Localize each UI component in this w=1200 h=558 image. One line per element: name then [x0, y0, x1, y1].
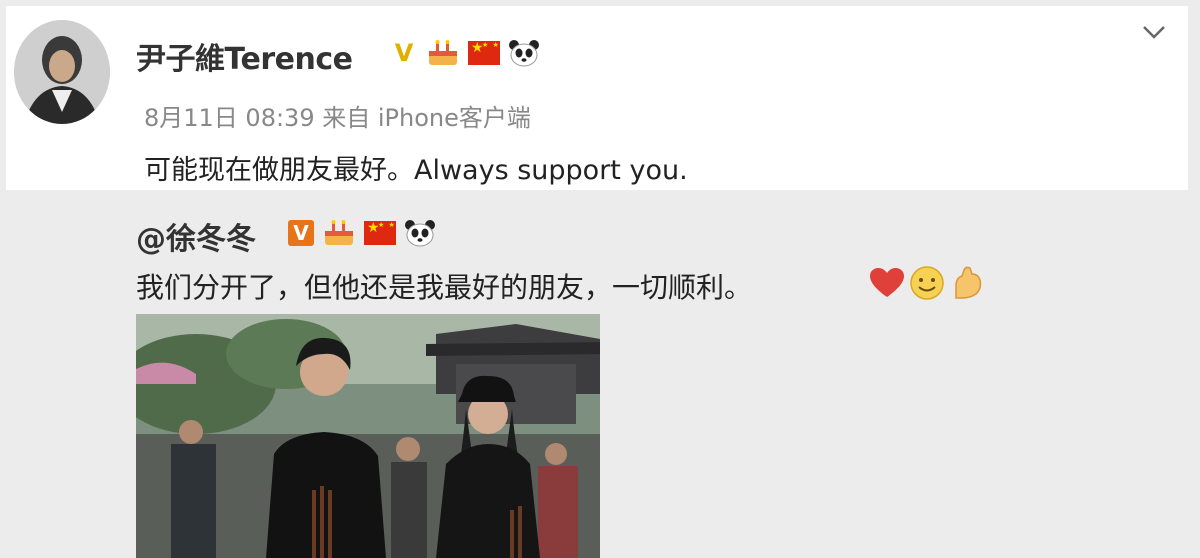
birthday-cake-icon: [426, 39, 460, 67]
post-card: 尹子維Terence V ★ ★ ★ 8月11日 08:39 来自 iPhone…: [6, 6, 1188, 190]
smile-icon: [910, 266, 944, 300]
chevron-down-icon[interactable]: [1140, 22, 1168, 42]
china-flag-icon: [364, 220, 396, 245]
post-text: 可能现在做朋友最好。Always support you.: [144, 155, 688, 186]
post-meta: 8月11日 08:39 来自 iPhone客户端: [144, 104, 531, 132]
birthday-cake-icon: [322, 219, 356, 247]
username[interactable]: 尹子維Terence: [136, 34, 353, 78]
repost-user-badges: V: [288, 218, 436, 248]
repost-photo[interactable]: [136, 314, 600, 558]
panda-icon: [404, 218, 436, 248]
verified-icon: V: [288, 220, 314, 246]
emoji-group: [868, 264, 986, 302]
strong-arm-icon: [955, 266, 982, 299]
photo-content: [136, 314, 600, 558]
panda-icon: [508, 38, 540, 68]
verified-icon: V: [394, 39, 414, 67]
user-badges: V: [390, 38, 540, 68]
avatar-photo: [14, 20, 110, 124]
repost-card: @徐冬冬 V 我们分开了，但他还是我最好的朋友，一: [0, 190, 1200, 558]
repost-username[interactable]: @徐冬冬: [136, 214, 256, 258]
heart-icon: [870, 268, 904, 297]
china-flag-icon: [468, 40, 500, 65]
avatar[interactable]: [14, 20, 110, 124]
repost-text: 我们分开了，但他还是我最好的朋友，一切顺利。: [136, 271, 753, 304]
